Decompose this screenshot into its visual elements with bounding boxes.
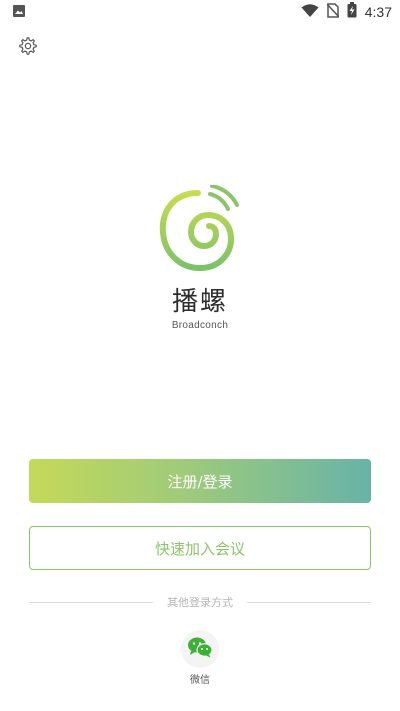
status-time: 4:37: [364, 4, 392, 20]
broadconch-logo-icon: [158, 184, 242, 277]
settings-button[interactable]: [15, 35, 41, 61]
register-login-button[interactable]: 注册/登录: [29, 459, 371, 503]
battery-charging-icon: [347, 2, 357, 22]
no-sim-icon: [326, 2, 340, 22]
wifi-icon: [301, 3, 319, 22]
brand-logo-section: 播螺 Broadconch: [0, 184, 400, 331]
wechat-label: 微信: [190, 675, 210, 686]
other-login-label: 其他登录方式: [167, 596, 233, 609]
wechat-login-button[interactable]: [181, 630, 219, 668]
divider-line-right: [247, 601, 371, 603]
gear-icon: [18, 36, 38, 60]
brand-subtitle: Broadconch: [171, 320, 229, 331]
quick-join-meeting-button[interactable]: 快速加入会议: [29, 526, 371, 570]
status-bar: 4:37: [0, 0, 400, 24]
other-login-divider: 其他登录方式: [29, 594, 371, 610]
image-icon: [12, 3, 26, 22]
brand-name: 播螺: [171, 287, 228, 317]
wechat-icon: [187, 636, 213, 662]
divider-line-left: [29, 601, 153, 603]
